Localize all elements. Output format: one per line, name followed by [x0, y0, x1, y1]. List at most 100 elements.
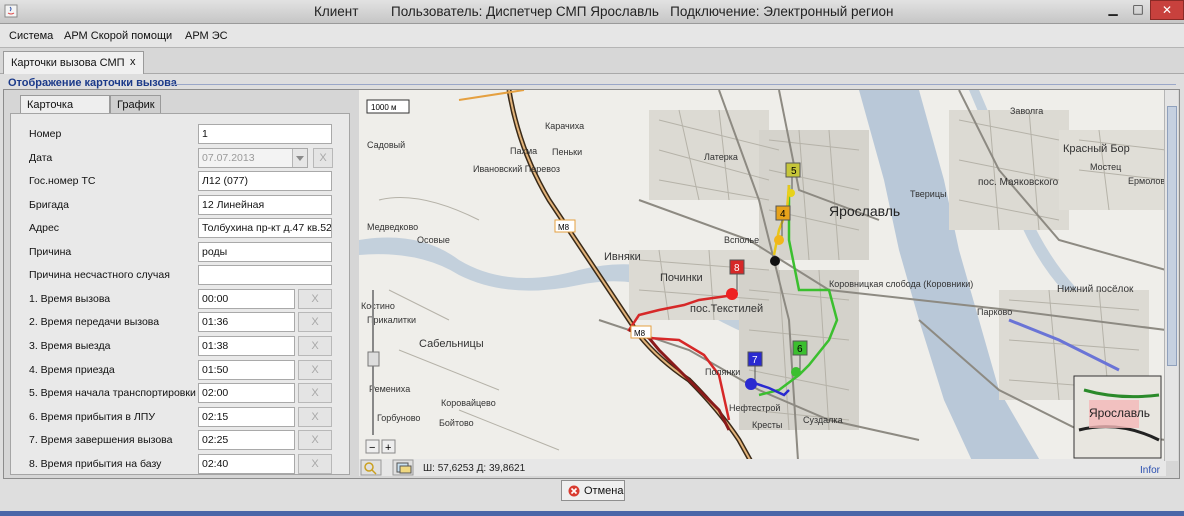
- field-label: Бригада: [29, 198, 70, 211]
- window-title: Клиент: [314, 4, 359, 19]
- maximize-button[interactable]: □: [1126, 0, 1150, 20]
- field-value: Толбухина пр-кт д.47 кв.52: [202, 222, 332, 235]
- place-label: Всполье: [724, 235, 759, 245]
- form-field[interactable]: 02:15: [198, 406, 295, 427]
- form-field[interactable]: Л12 (077): [198, 171, 332, 192]
- field-value: 01:38: [202, 339, 229, 352]
- search-map-button[interactable]: [360, 459, 382, 476]
- place-label: Красный Бор: [1063, 143, 1130, 155]
- content-area: Отображение карточки вызова Карточка выз…: [0, 74, 1184, 516]
- form-field[interactable]: 01:50: [198, 359, 295, 380]
- title-bar: Клиент Пользователь: Диспетчер СМП Яросл…: [0, 0, 1184, 24]
- form-field[interactable]: 02:25: [198, 430, 295, 451]
- tab-call-cards[interactable]: Карточки вызова СМП x: [3, 51, 144, 74]
- clear-field-button[interactable]: X: [298, 359, 332, 380]
- map-canvas[interactable]: 5 4 8 7 6 M8 M8 Карачиха Пахма Пеньки Са…: [359, 90, 1166, 476]
- java-app-icon: [4, 4, 18, 18]
- place-label: Тверицы: [910, 189, 946, 199]
- clear-field-button[interactable]: X: [298, 453, 332, 474]
- section-divider: [170, 84, 1176, 85]
- tab-schedule[interactable]: График: [110, 95, 161, 114]
- cancel-button[interactable]: Отмена: [561, 480, 625, 501]
- clear-field-button[interactable]: X: [298, 383, 332, 404]
- place-label: Коровайцево: [441, 398, 496, 408]
- field-label: Причина: [29, 245, 72, 258]
- form-field[interactable]: 02:40: [198, 453, 295, 474]
- cancel-icon: [568, 485, 580, 497]
- place-label: Парково: [977, 307, 1012, 317]
- clear-field-button[interactable]: X: [298, 430, 332, 451]
- place-label: Горбуново: [377, 413, 420, 423]
- menu-ambulance-workstation[interactable]: АРМ Скорой помощи: [64, 30, 172, 42]
- map-view[interactable]: 5 4 8 7 6 M8 M8 Карачиха Пахма Пеньки Са…: [359, 90, 1166, 476]
- field-value: Л12 (077): [202, 175, 248, 188]
- form-field[interactable]: 12 Линейная: [198, 194, 332, 215]
- call-card-form: Номер 1 Дата 07.07.2013 X Гос.номер ТС Л12 (07…: [10, 113, 350, 475]
- bottom-border: [0, 511, 1184, 516]
- form-field[interactable]: 1: [198, 124, 332, 144]
- clear-field-button[interactable]: X: [313, 147, 333, 168]
- zoom-in-button[interactable]: +: [381, 439, 396, 454]
- place-label: Ивняки: [604, 251, 641, 263]
- marker-6-label: 6: [797, 344, 803, 355]
- place-label: Ивановский Перевоз: [473, 164, 560, 174]
- field-label: Причина несчастного случая: [29, 269, 170, 282]
- zoom-out-button[interactable]: −: [365, 439, 380, 454]
- place-label: Заволга: [1010, 106, 1043, 116]
- place-label: Осовые: [417, 235, 450, 245]
- place-label: Латерка: [704, 152, 738, 162]
- clear-field-button[interactable]: X: [298, 406, 332, 427]
- place-label: Ремениха: [369, 384, 410, 394]
- tab-close-icon[interactable]: x: [130, 56, 136, 68]
- minimap-label: Ярославль: [1089, 406, 1150, 420]
- field-value: 01:36: [202, 316, 229, 329]
- m8-north-road: [458, 90, 525, 101]
- map-info-link[interactable]: Infor: [1140, 465, 1160, 476]
- field-label: Адрес: [29, 222, 60, 235]
- layers-button[interactable]: [392, 459, 414, 476]
- field-label: 3. Время выезда: [29, 339, 111, 352]
- place-label: Мостец: [1090, 162, 1121, 172]
- clear-field-button[interactable]: X: [298, 312, 332, 333]
- city-label: Ярославль: [829, 203, 900, 219]
- field-value: 02:25: [202, 434, 229, 447]
- field-label: 8. Время прибытия на базу: [29, 457, 162, 470]
- menu-system[interactable]: Система: [9, 30, 53, 42]
- close-window-button[interactable]: ✕: [1150, 0, 1184, 20]
- field-value: 01:50: [202, 363, 229, 376]
- form-field[interactable]: 02:00: [198, 383, 295, 404]
- clear-field-button[interactable]: X: [298, 335, 332, 356]
- scrollbar-thumb[interactable]: [1167, 106, 1177, 366]
- place-label: Коровницкая слобода (Коровники): [829, 279, 973, 289]
- form-field[interactable]: Толбухина пр-кт д.47 кв.52: [198, 218, 332, 239]
- place-label: Полянки: [705, 367, 740, 377]
- field-value: 02:15: [202, 410, 229, 423]
- field-value: 07.07.2013: [202, 151, 255, 164]
- clear-field-button[interactable]: X: [298, 288, 332, 309]
- date-field: 07.07.2013: [198, 147, 308, 168]
- place-label: Пеньки: [552, 147, 582, 157]
- place-label: Нижний посёлок: [1057, 284, 1134, 295]
- section-title: Отображение карточки вызова: [8, 77, 177, 89]
- marker-4-label: 4: [780, 209, 786, 220]
- place-label: Ермолово: [1128, 176, 1166, 186]
- field-label: 5. Время начала транспортировки: [29, 387, 196, 400]
- route-red-dark: [628, 328, 731, 431]
- place-label: Починки: [660, 272, 703, 284]
- form-field[interactable]: 01:36: [198, 312, 295, 333]
- place-label: Садовый: [367, 140, 405, 150]
- svg-text:−: −: [369, 442, 375, 454]
- tab-call-card[interactable]: Карточка вызова: [20, 95, 110, 123]
- minimize-button[interactable]: ▁: [1100, 0, 1126, 20]
- map-vertical-scrollbar[interactable]: [1164, 90, 1178, 461]
- form-field[interactable]: 00:00: [198, 288, 295, 309]
- marker-5-label: 5: [791, 166, 797, 177]
- place-label: Костино: [361, 301, 395, 311]
- form-field[interactable]: [198, 265, 332, 286]
- form-field[interactable]: роды: [198, 241, 332, 262]
- place-label: Бойтово: [439, 418, 474, 428]
- form-field[interactable]: 01:38: [198, 335, 295, 356]
- minimap[interactable]: Ярославль: [1073, 375, 1162, 459]
- marker-7-label: 7: [752, 355, 758, 366]
- menu-es-workstation[interactable]: АРМ ЭС: [185, 30, 228, 42]
